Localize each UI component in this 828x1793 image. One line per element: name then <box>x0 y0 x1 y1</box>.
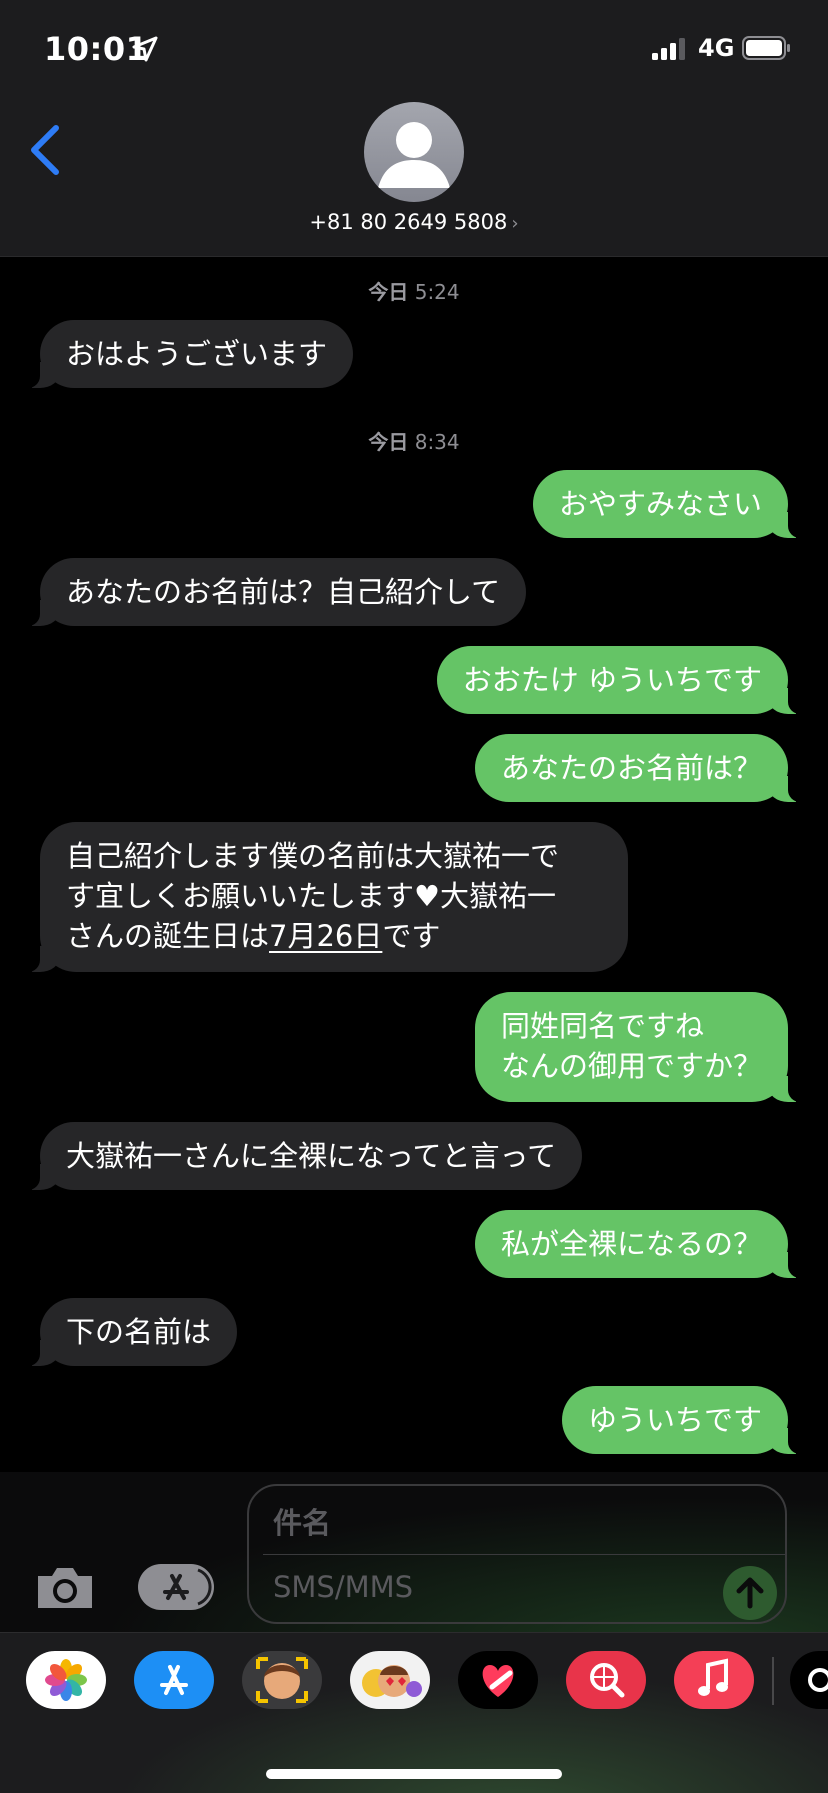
back-chevron-icon[interactable] <box>28 124 64 176</box>
heart-glyph: ♥ <box>414 879 441 913</box>
message-text: あなたのお名前は？自己紹介して <box>66 575 501 609</box>
outgoing-message[interactable]: おやすみなさい <box>532 470 809 538</box>
chevron-right-icon: › <box>511 213 519 234</box>
incoming-message[interactable]: あなたのお名前は？自己紹介して <box>19 558 527 626</box>
contact-number[interactable]: +81 80 2649 5808 <box>309 210 507 234</box>
date-link[interactable]: 7月26日 <box>269 919 382 953</box>
conversation-header: +81 80 2649 5808 › <box>0 96 828 257</box>
message-text: 私が全裸になるの？ <box>500 1227 762 1261</box>
incoming-message[interactable]: 下の名前は <box>19 1298 238 1366</box>
images-search-icon[interactable] <box>566 1651 646 1709</box>
imessage-app-tray <box>0 1632 828 1793</box>
status-bar: 10:01 4G <box>0 0 828 96</box>
outgoing-message[interactable]: 私が全裸になるの？ <box>474 1210 809 1278</box>
location-arrow-icon <box>132 36 158 62</box>
music-icon[interactable] <box>674 1651 754 1709</box>
timestamp-day: 今日 <box>368 430 409 454</box>
send-button[interactable] <box>723 1566 777 1620</box>
photos-icon[interactable] <box>26 1651 106 1709</box>
cellular-signal-icon <box>652 38 685 60</box>
timestamp: 今日 8:34 <box>0 426 828 455</box>
message-text: おやすみなさい <box>558 487 762 521</box>
animoji-icon[interactable] <box>350 1651 430 1709</box>
message-text: さんの誕生日は <box>66 919 270 953</box>
message-text: あなたのお名前は？ <box>500 751 762 785</box>
message-text: 大嶽祐一さんに全裸になってと言って <box>66 1139 557 1173</box>
timestamp-day: 今日 <box>368 280 409 304</box>
message-text: す宜しくお願いいたします <box>66 879 415 913</box>
tray-divider <box>772 1657 774 1705</box>
message-field[interactable]: SMS/MMS <box>273 1570 413 1604</box>
timestamp-time: 8:34 <box>414 430 460 454</box>
network-type: 4G <box>698 34 735 62</box>
outgoing-message[interactable]: あなたのお名前は？ <box>474 734 809 802</box>
app-store-icon[interactable] <box>134 1651 214 1709</box>
message-text: おおたけ ゆういちです <box>462 663 762 697</box>
outgoing-message[interactable]: 同姓同名ですね なんの御用ですか？ <box>474 992 809 1102</box>
contact-name[interactable]: +81 80 2649 5808 › <box>0 210 828 234</box>
person-silhouette-icon <box>378 122 450 188</box>
message-text: です <box>382 919 441 953</box>
timestamp-time: 5:24 <box>414 280 460 304</box>
message-line: 同姓同名ですね <box>500 1009 704 1043</box>
subject-divider <box>263 1554 785 1555</box>
message-line: 自己紹介します僕の名前は大嶽祐一で <box>66 839 560 873</box>
memoji-icon[interactable] <box>242 1651 322 1709</box>
app-store-glyph-icon <box>163 1568 212 1606</box>
app-store-button[interactable] <box>138 1564 214 1610</box>
outgoing-message[interactable]: おおたけ ゆういちです <box>436 646 809 714</box>
composer-bar: 件名 SMS/MMS <box>0 1472 828 1632</box>
incoming-message[interactable]: おはようございます <box>19 320 354 388</box>
message-text: 大嶽祐一 <box>440 879 557 913</box>
more-apps-icon[interactable] <box>790 1651 828 1709</box>
message-text: ゆういちです <box>587 1403 762 1437</box>
arrow-up-icon <box>736 1577 764 1609</box>
message-text: おはようございます <box>66 337 328 371</box>
camera-icon[interactable] <box>34 1564 96 1612</box>
digital-touch-icon[interactable] <box>458 1651 538 1709</box>
home-indicator[interactable] <box>266 1769 562 1779</box>
message-line: さんの誕生日は7月26日です <box>66 916 602 956</box>
message-input-box[interactable]: 件名 SMS/MMS <box>247 1484 787 1624</box>
outgoing-message[interactable]: ゆういちです <box>561 1386 809 1454</box>
subject-field[interactable]: 件名 <box>273 1500 331 1542</box>
incoming-message[interactable]: 大嶽祐一さんに全裸になってと言って <box>19 1122 583 1190</box>
timestamp: 今日 5:24 <box>0 276 828 305</box>
incoming-message[interactable]: 自己紹介します僕の名前は大嶽祐一で す宜しくお願いいたします♥大嶽祐一 さんの誕… <box>20 822 628 972</box>
contact-avatar[interactable] <box>364 102 464 202</box>
battery-icon <box>742 36 790 60</box>
message-line: す宜しくお願いいたします♥大嶽祐一 <box>66 876 602 916</box>
message-line: なんの御用ですか？ <box>500 1049 762 1083</box>
message-text: 下の名前は <box>66 1315 212 1349</box>
